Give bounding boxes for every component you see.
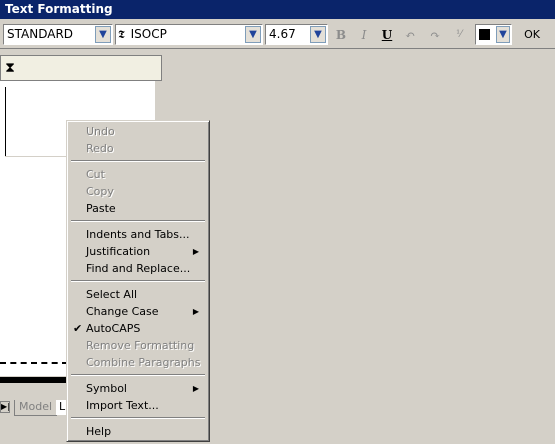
bold-button[interactable]: B — [332, 26, 350, 44]
menu-item-help[interactable]: Help — [69, 423, 207, 440]
stack-fraction-icon[interactable]: ⅟ — [450, 26, 468, 44]
menu-item-autocaps[interactable]: ✔ AutoCAPS — [69, 320, 207, 337]
ruler[interactable]: ⧗ — [0, 55, 162, 81]
menu-item-change-case[interactable]: Change Case ▶ — [69, 303, 207, 320]
submenu-arrow-icon: ▶ — [192, 307, 199, 316]
window-title: Text Formatting — [0, 0, 555, 19]
menu-item-label: Justification — [86, 245, 151, 258]
menu-item-justification[interactable]: Justification ▶ — [69, 243, 207, 260]
menu-item-label: AutoCAPS — [86, 322, 141, 335]
chevron-down-icon[interactable]: ▼ — [95, 26, 111, 43]
menu-separator — [71, 160, 205, 162]
context-menu: Undo Redo Cut Copy Paste Indents and Tab… — [66, 120, 210, 442]
color-swatch — [479, 29, 490, 40]
submenu-arrow-icon: ▶ — [192, 247, 199, 256]
ok-button[interactable]: OK — [519, 24, 545, 45]
redo-icon[interactable]: ↷ — [426, 26, 444, 44]
menu-item-redo[interactable]: Redo — [69, 140, 207, 157]
truetype-font-icon: 𝕿 — [118, 28, 125, 41]
height-value: 4.67 — [269, 27, 296, 41]
checkmark-icon: ✔ — [73, 322, 83, 335]
menu-separator — [71, 220, 205, 222]
tab-model[interactable]: Model — [14, 400, 58, 416]
menu-item-select-all[interactable]: Select All — [69, 286, 207, 303]
tab-scroll-last-icon[interactable]: ▶| — [0, 401, 10, 413]
menu-item-symbol[interactable]: Symbol ▶ — [69, 380, 207, 397]
menu-item-cut[interactable]: Cut — [69, 166, 207, 183]
chevron-down-icon[interactable]: ▼ — [310, 26, 326, 43]
ruler-tab-icon[interactable]: ⧗ — [2, 59, 18, 77]
menu-item-combine-paragraphs[interactable]: Combine Paragraphs — [69, 354, 207, 371]
font-value: ISOCP — [130, 27, 167, 41]
style-select[interactable]: STANDARD ▼ — [3, 24, 113, 45]
color-select[interactable]: ▼ — [475, 24, 512, 45]
undo-icon[interactable]: ↶ — [401, 26, 419, 44]
menu-separator — [71, 280, 205, 282]
underline-button[interactable]: U — [378, 26, 396, 44]
text-height-select[interactable]: 4.67 ▼ — [265, 24, 328, 45]
menu-item-import-text[interactable]: Import Text... — [69, 397, 207, 414]
menu-item-indents-and-tabs[interactable]: Indents and Tabs... — [69, 226, 207, 243]
text-formatting-toolbar: STANDARD ▼ 𝕿 ISOCP ▼ 4.67 ▼ B I U ↶ ↷ ⅟ … — [0, 19, 555, 49]
submenu-arrow-icon: ▶ — [192, 384, 199, 393]
chevron-down-icon[interactable]: ▼ — [245, 26, 261, 43]
chevron-down-icon[interactable]: ▼ — [496, 26, 510, 43]
text-caret — [5, 87, 6, 157]
menu-item-remove-formatting[interactable]: Remove Formatting — [69, 337, 207, 354]
menu-separator — [71, 374, 205, 376]
menu-item-copy[interactable]: Copy — [69, 183, 207, 200]
menu-item-label: Symbol — [86, 382, 127, 395]
dashed-boundary-line — [0, 362, 68, 364]
italic-button[interactable]: I — [355, 26, 373, 44]
menu-item-undo[interactable]: Undo — [69, 123, 207, 140]
font-select[interactable]: 𝕿 ISOCP ▼ — [115, 24, 263, 45]
menu-item-find-and-replace[interactable]: Find and Replace... — [69, 260, 207, 277]
menu-item-paste[interactable]: Paste — [69, 200, 207, 217]
menu-item-label: Change Case — [86, 305, 159, 318]
style-value: STANDARD — [7, 27, 74, 41]
menu-separator — [71, 417, 205, 419]
